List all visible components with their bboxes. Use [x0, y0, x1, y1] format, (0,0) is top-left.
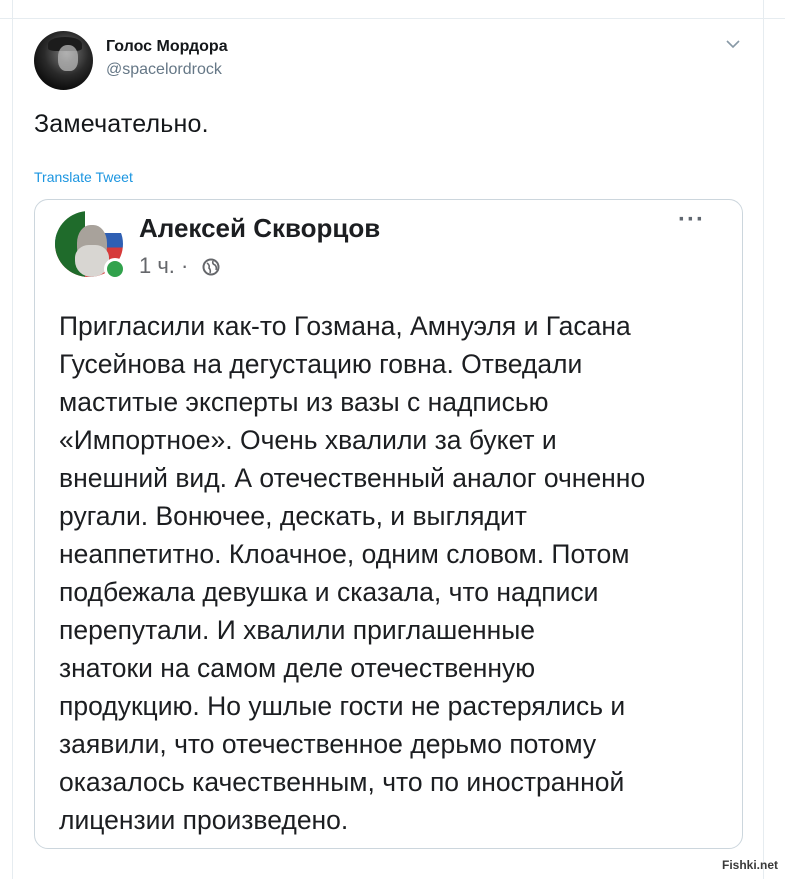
post-text-line: знатоки на самом деле отечественную — [59, 653, 536, 683]
avatar-face-shape — [58, 45, 78, 71]
post-text-line: неаппетитно. Клоачное, одним словом. Пот… — [59, 539, 630, 569]
translate-tweet-link[interactable]: Translate Tweet — [34, 169, 133, 185]
chevron-down-icon[interactable] — [725, 38, 741, 50]
post-text-line: Гусейнова на дегустацию говна. Отведали — [59, 349, 583, 379]
post-text-line: заявили, что отечественное дерьмо потому — [59, 729, 597, 759]
post-text-line: маститые эксперты из вазы с надписью — [59, 387, 549, 417]
author-handle[interactable]: @spacelordrock — [106, 61, 222, 79]
online-status-icon — [104, 258, 126, 280]
post-text-line: продукцию. Но ушлые гости не растерялись… — [59, 691, 626, 721]
post-time: 1 ч. · — [139, 253, 189, 278]
post-author-name: Алексей Скворцов — [139, 213, 381, 243]
post-text-line: оказалось качественным, что по иностранн… — [59, 767, 625, 797]
embedded-post-screenshot[interactable]: Алексей Скворцов 1 ч. · ··· Пригласили к… — [34, 199, 743, 849]
tweet-text: Замечательно. — [34, 110, 209, 138]
left-divider — [12, 0, 13, 879]
top-divider — [0, 18, 785, 19]
author-name[interactable]: Голос Мордора — [106, 38, 228, 56]
globe-icon — [202, 258, 220, 276]
post-text-line: внешний вид. А отечественный аналог очне… — [59, 463, 646, 493]
author-avatar[interactable] — [34, 31, 93, 90]
watermark: Fishki.net — [722, 858, 779, 872]
right-divider — [763, 0, 764, 879]
post-text-line: «Импортное». Очень хвалили за букет и — [59, 425, 557, 455]
post-text-line: Пригласили как-то Гозмана, Амнуэля и Гас… — [59, 311, 631, 341]
more-options-icon: ··· — [678, 206, 705, 233]
post-text-line: ругали. Вонючее, дескать, и выглядит — [59, 501, 527, 531]
post-text-line: перепутали. И хвалили приглашенные — [59, 615, 536, 645]
post-text-line: лицензии произведено. — [59, 805, 349, 835]
tweet: Голос Мордора @spacelordrock Замечательн… — [0, 0, 785, 879]
post-text: Пригласили как-то Гозмана, Амнуэля и Гас… — [59, 307, 739, 839]
post-text-line: подбежала девушка и сказала, что надписи — [59, 577, 599, 607]
